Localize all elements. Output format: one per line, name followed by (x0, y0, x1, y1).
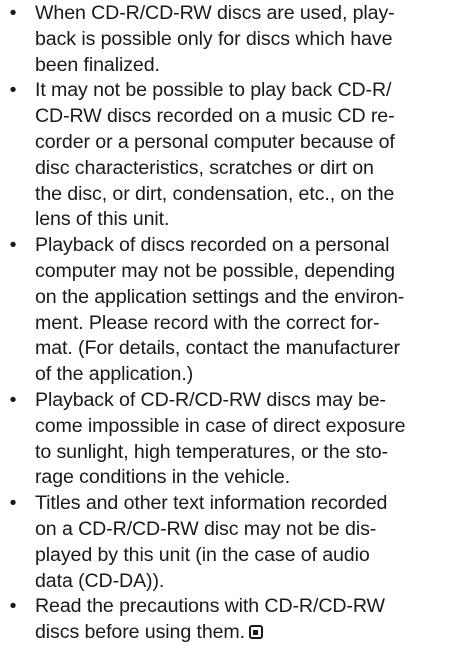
list-item-text: Read the precautions with CD-R/CD-RW dis… (35, 594, 458, 646)
text-line: mat. (For details, contact the manufactu… (35, 337, 400, 360)
text-line: It may not be possible to play back CD-R… (35, 79, 392, 102)
text-line: to sunlight, high temperatures, or the s… (35, 440, 388, 463)
text-line: disc characteristics, scratches or dirt … (35, 156, 374, 179)
text-line: data (CD-DA)). (35, 569, 165, 592)
list-item-text: Playback of discs recorded on a personal… (35, 233, 458, 388)
text-line: of the application.) (35, 363, 194, 386)
bullet-icon: • (9, 79, 17, 102)
text-line: come impossible in case of direct exposu… (35, 414, 406, 437)
list-item-text: It may not be possible to play back CD-R… (35, 78, 458, 233)
text-line: back is possible only for discs which ha… (35, 27, 393, 50)
text-line: played by this unit (in the case of audi… (35, 543, 370, 566)
list-item: • When CD-R/CD-RW discs are used, play- … (0, 1, 466, 78)
bullet-icon: • (9, 388, 17, 411)
text-line: on a CD-R/CD-RW disc may not be dis- (35, 517, 377, 540)
text-line-content: discs before using them. (35, 621, 245, 644)
text-line: computer may not be possible, depending (35, 259, 395, 282)
bullet-icon: • (9, 492, 17, 515)
list-item-text: Playback of CD-R/CD-RW discs may be- com… (35, 388, 458, 491)
bullet-icon: • (9, 2, 17, 24)
text-line: CD-RW discs recorded on a music CD re- (35, 105, 395, 128)
text-line: Titles and other text information record… (35, 492, 388, 515)
text-line: been finalized. (35, 53, 160, 76)
text-line: Read the precautions with CD-R/CD-RW (35, 595, 385, 618)
list-item: • Read the precautions with CD-R/CD-RW d… (0, 594, 466, 646)
list-item-text: When CD-R/CD-RW discs are used, play- ba… (35, 1, 458, 78)
text-line: the disc, or dirt, condensation, etc., o… (35, 182, 395, 205)
text-line: discs before using them. (35, 620, 458, 646)
section-end-icon (248, 625, 263, 640)
list-item: • Playback of discs recorded on a person… (0, 233, 466, 388)
list-item: • Titles and other text information reco… (0, 491, 466, 594)
text-line: lens of this unit. (35, 208, 170, 231)
text-line: Playback of CD-R/CD-RW discs may be- (35, 388, 386, 411)
document-page: • When CD-R/CD-RW discs are used, play- … (0, 0, 466, 665)
bullet-icon: • (9, 595, 17, 618)
text-line: When CD-R/CD-RW discs are used, play- (35, 2, 395, 24)
text-line: Playback of discs recorded on a personal (35, 234, 390, 257)
text-line: on the application settings and the envi… (35, 285, 405, 308)
text-line: rage conditions in the vehicle. (35, 466, 291, 489)
bullet-icon: • (9, 234, 17, 257)
precautions-list: • When CD-R/CD-RW discs are used, play- … (0, 1, 466, 646)
list-item-text: Titles and other text information record… (35, 491, 458, 594)
list-item: • It may not be possible to play back CD… (0, 78, 466, 233)
list-item: • Playback of CD-R/CD-RW discs may be- c… (0, 388, 466, 491)
text-line: ment. Please record with the correct for… (35, 311, 380, 334)
text-line: corder or a personal computer because of (35, 130, 395, 153)
